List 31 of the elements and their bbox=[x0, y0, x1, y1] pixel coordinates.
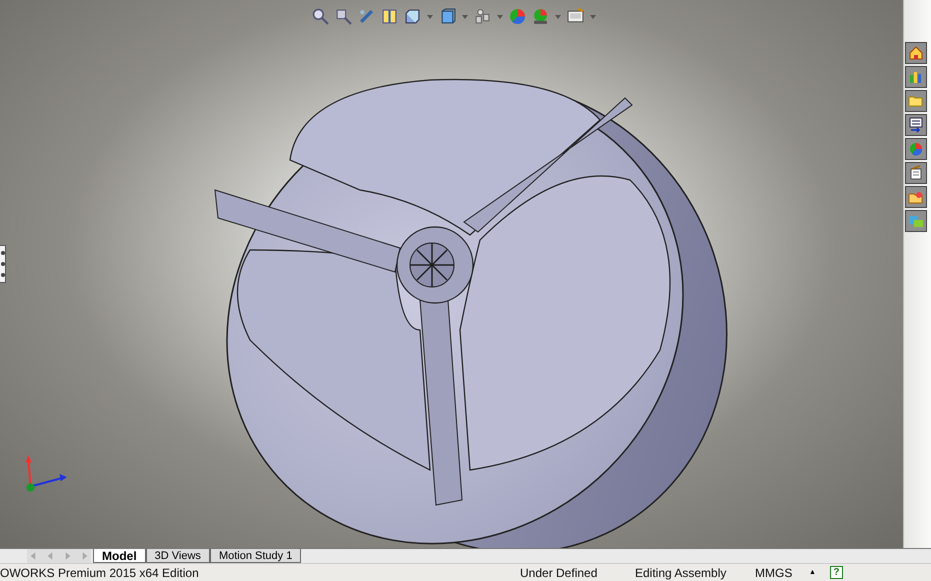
monitor-icon[interactable] bbox=[567, 8, 584, 25]
section-view-icon[interactable] bbox=[381, 8, 398, 25]
box-icon[interactable] bbox=[439, 8, 456, 25]
help-button[interactable]: ? bbox=[830, 566, 843, 579]
notepad-icon[interactable] bbox=[908, 165, 924, 181]
library-icon[interactable] bbox=[908, 69, 924, 85]
zoom-icon[interactable] bbox=[312, 8, 329, 25]
editing-mode-text: Editing Assembly bbox=[635, 566, 728, 580]
scene-icon[interactable] bbox=[532, 8, 549, 25]
zoom-area-icon[interactable] bbox=[335, 8, 352, 25]
cube-icon[interactable] bbox=[404, 8, 421, 25]
dropdown-caret-icon[interactable] bbox=[427, 14, 433, 18]
shapes-icon[interactable] bbox=[474, 8, 491, 25]
dropdown-caret-icon[interactable] bbox=[462, 14, 468, 18]
units-text: MMGS bbox=[755, 566, 794, 580]
panel-toggle-handle[interactable] bbox=[0, 245, 6, 283]
color-wheel-icon[interactable] bbox=[908, 141, 924, 157]
tab[interactable]: Model bbox=[93, 549, 146, 563]
color-wheel-icon[interactable] bbox=[509, 8, 526, 25]
dropdown-caret-icon[interactable] bbox=[590, 14, 596, 18]
properties-icon[interactable] bbox=[908, 117, 924, 133]
tab[interactable]: 3D Views bbox=[146, 549, 210, 563]
dropdown-caret-icon[interactable] bbox=[555, 14, 561, 18]
windows-icon[interactable] bbox=[908, 213, 924, 229]
folder-icon[interactable] bbox=[908, 189, 924, 205]
wand-icon[interactable] bbox=[358, 8, 375, 25]
definition-status-text: Under Defined bbox=[520, 566, 598, 580]
dropdown-caret-icon[interactable] bbox=[497, 14, 503, 18]
tab[interactable]: Motion Study 1 bbox=[210, 549, 302, 563]
app-edition-text: OWORKS Premium 2015 x64 Edition bbox=[0, 566, 200, 580]
home-icon[interactable] bbox=[908, 45, 924, 61]
